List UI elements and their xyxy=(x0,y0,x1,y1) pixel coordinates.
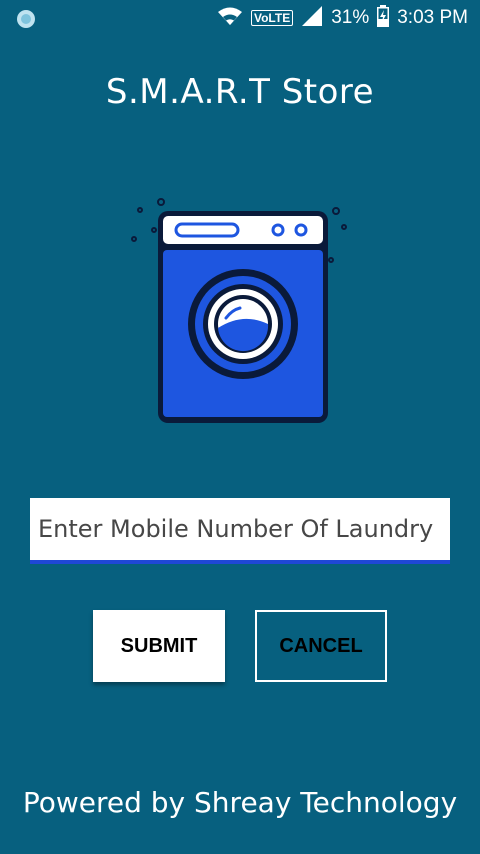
app-title: S.M.A.R.T Store xyxy=(105,72,375,112)
status-bar: VoLTE 31% 3:03 PM xyxy=(0,0,480,36)
mobile-number-field-container xyxy=(30,498,450,564)
battery-charging-icon xyxy=(377,5,390,31)
powered-by-footer: Powered by Shreay Technology xyxy=(22,786,458,819)
cancel-button[interactable]: CANCEL xyxy=(255,610,387,682)
volte-badge: VoLTE xyxy=(250,10,294,26)
signal-icon xyxy=(301,5,323,31)
battery-percent: 31% xyxy=(331,7,370,28)
wifi-icon xyxy=(217,6,243,30)
clock: 3:03 PM xyxy=(397,7,468,28)
mobile-number-input[interactable] xyxy=(30,498,450,560)
submit-button[interactable]: SUBMIT xyxy=(93,610,225,682)
app-notification-icon xyxy=(16,9,36,33)
washing-machine-icon xyxy=(126,192,356,432)
